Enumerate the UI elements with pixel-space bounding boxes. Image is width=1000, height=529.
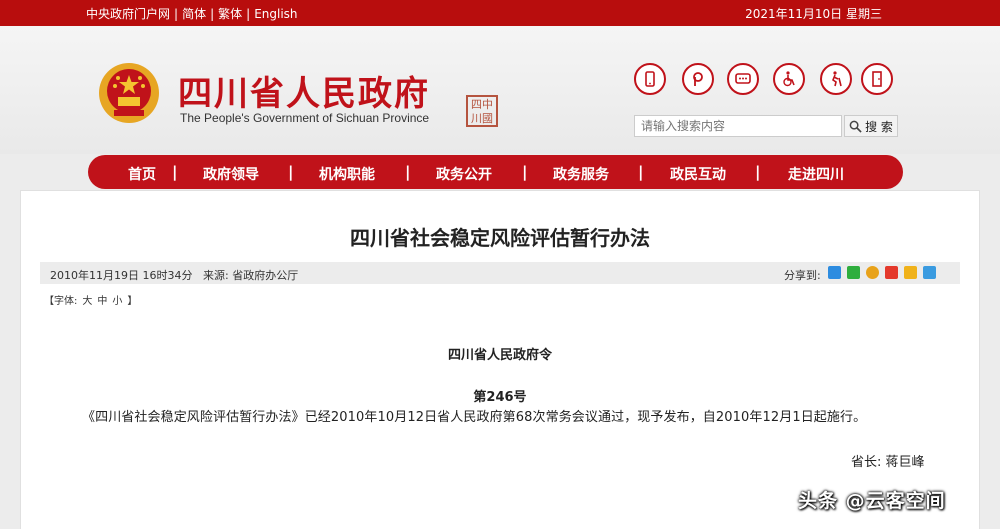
seal-stamp-logo: 四中川國	[466, 95, 498, 127]
decree-body-text: 《四川省社会稳定风险评估暂行办法》已经2010年10月12日省人民政府第68次常…	[82, 410, 867, 425]
nav-item-affairs-public[interactable]: 政务公开	[416, 164, 512, 184]
separator: |	[174, 7, 179, 21]
nav-separator: |	[755, 163, 761, 181]
top-links: 中央政府门户网 | 简体 | 繁体 | English	[86, 5, 298, 22]
link-traditional[interactable]: 繁体	[218, 7, 242, 21]
mobile-icon[interactable]	[634, 63, 666, 95]
accessibility-icon[interactable]	[773, 63, 805, 95]
nav-item-interaction[interactable]: 政民互动	[650, 164, 746, 184]
share-plus-icon[interactable]	[828, 266, 841, 279]
watermark: 头条 @云客空间	[798, 490, 946, 512]
share-label: 分享到:	[784, 269, 821, 282]
font-size-large[interactable]: 大	[82, 296, 92, 307]
nav-item-services[interactable]: 政务服务	[533, 164, 629, 184]
article-date: 2010年11月19日 16时34分	[50, 269, 193, 282]
site-header: 四川省人民政府 The People's Government of Sichu…	[0, 26, 1000, 154]
link-simplified[interactable]: 简体	[182, 7, 206, 21]
national-emblem-logo[interactable]	[98, 62, 160, 124]
separator: |	[246, 7, 251, 21]
exit-icon[interactable]	[861, 63, 893, 95]
nav-item-about-sichuan[interactable]: 走进四川	[768, 164, 864, 184]
nav-item-functions[interactable]: 机构职能	[299, 164, 395, 184]
font-size-control: 【字体: 大中小】	[44, 292, 142, 307]
nav-separator: |	[172, 163, 178, 181]
weibo-icon[interactable]	[682, 63, 714, 95]
elderly-icon[interactable]	[820, 63, 852, 95]
link-english[interactable]: English	[254, 7, 297, 21]
font-size-label: 【字体:	[44, 296, 78, 307]
top-bar: 中央政府门户网 | 简体 | 繁体 | English 2021年11月10日 星期三	[0, 0, 1000, 26]
font-size-small[interactable]: 小	[112, 296, 122, 307]
font-size-close: 】	[127, 296, 138, 307]
current-date: 2021年11月10日 星期三	[745, 7, 882, 21]
article-source: 来源: 省政府办公厅	[203, 269, 299, 282]
site-title[interactable]: 四川省人民政府	[178, 66, 430, 115]
main-nav: 首页 | 政府领导 | 机构职能 | 政务公开 | 政务服务 | 政民互动 | …	[88, 155, 903, 189]
decree-issuer: 四川省人民政府令	[447, 348, 552, 363]
search-button[interactable]: 搜 索	[844, 115, 898, 137]
decree-number: 第246号	[473, 390, 527, 405]
nav-item-leaders[interactable]: 政府领导	[183, 164, 279, 184]
qq-icon[interactable]	[866, 266, 879, 279]
article-title: 四川省社会稳定风险评估暂行办法	[350, 226, 650, 250]
link-central-gov[interactable]: 中央政府门户网	[86, 7, 170, 21]
font-size-medium[interactable]: 中	[97, 296, 107, 307]
separator: |	[210, 7, 215, 21]
tencent-icon[interactable]	[923, 266, 936, 279]
search-icon	[849, 120, 862, 133]
governor-signature: 省长: 蒋巨峰	[851, 455, 925, 470]
nav-separator: |	[405, 163, 411, 181]
qzone-icon[interactable]	[904, 266, 917, 279]
wechat-icon[interactable]	[847, 266, 860, 279]
seal-text: 四中川國	[471, 98, 493, 125]
nav-separator: |	[288, 163, 294, 181]
site-subtitle: The People's Government of Sichuan Provi…	[180, 111, 430, 125]
search-input[interactable]	[634, 115, 842, 137]
article-meta-bar: 2010年11月19日 16时34分 来源: 省政府办公厅 分享到:	[40, 262, 960, 284]
search-box: 搜 索	[634, 115, 898, 137]
search-button-label: 搜 索	[865, 119, 893, 134]
chat-icon[interactable]	[727, 63, 759, 95]
nav-separator: |	[638, 163, 644, 181]
nav-separator: |	[522, 163, 528, 181]
weibo-share-icon[interactable]	[885, 266, 898, 279]
